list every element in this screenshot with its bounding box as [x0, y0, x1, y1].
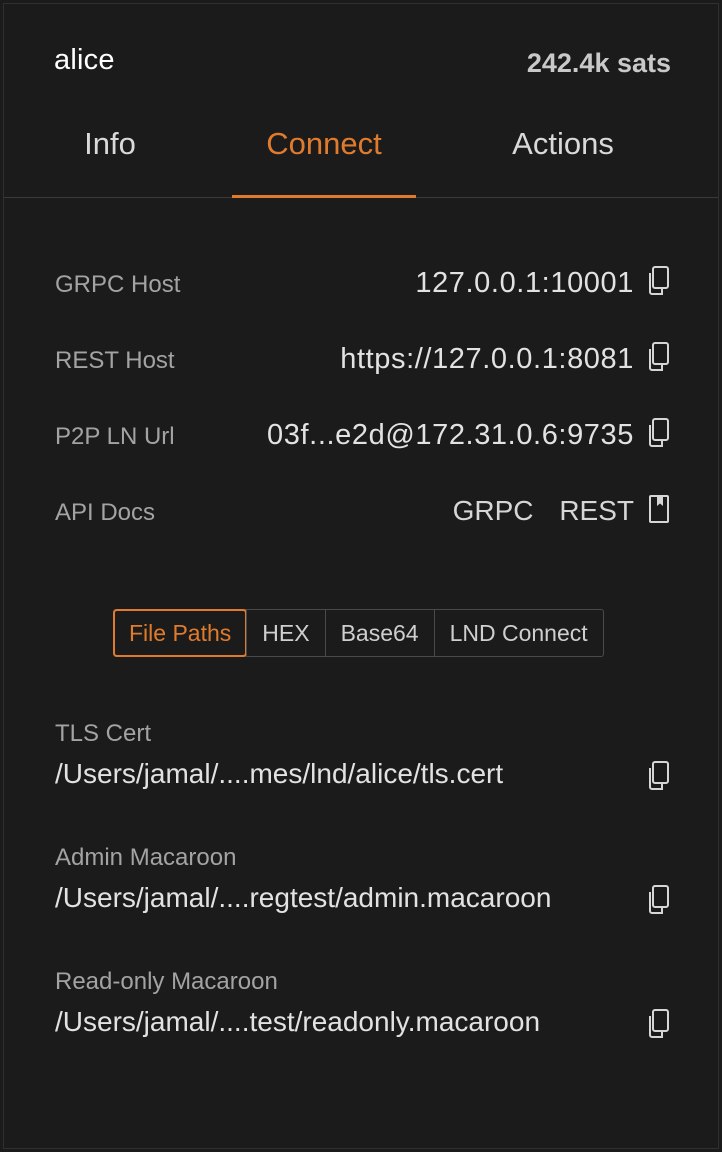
- format-lnd-connect-button[interactable]: LND Connect: [433, 610, 603, 656]
- p2p-url-value: 03f...e2d@172.31.0.6:9735: [267, 419, 634, 451]
- api-docs-label: API Docs: [55, 499, 156, 526]
- p2p-url-label: P2P LN Url: [55, 423, 175, 450]
- active-tab-indicator: [232, 195, 416, 198]
- copy-icon[interactable]: [646, 417, 670, 449]
- rest-host-row: REST Host https://127.0.0.1:8081: [55, 339, 670, 379]
- api-docs-row: API Docs GRPC REST: [55, 491, 670, 531]
- tls-cert-path: /Users/jamal/....mes/lnd/alice/tls.cert: [55, 758, 504, 789]
- admin-macaroon-label: Admin Macaroon: [55, 844, 237, 871]
- readonly-macaroon-label: Read-only Macaroon: [55, 968, 278, 995]
- copy-icon[interactable]: [646, 341, 670, 373]
- p2p-url-row: P2P LN Url 03f...e2d@172.31.0.6:9735: [55, 415, 670, 455]
- copy-icon[interactable]: [646, 884, 670, 916]
- grpc-host-label: GRPC Host: [55, 271, 181, 298]
- format-file-paths-button[interactable]: File Paths: [112, 609, 248, 657]
- copy-icon[interactable]: [646, 760, 670, 792]
- admin-macaroon-path: /Users/jamal/....regtest/admin.macaroon: [55, 882, 552, 913]
- rest-host-label: REST Host: [55, 347, 175, 374]
- format-hex-button[interactable]: HEX: [246, 610, 324, 656]
- tab-info[interactable]: Info: [64, 126, 156, 162]
- readonly-macaroon-section: Read-only Macaroon /Users/jamal/....test…: [55, 968, 670, 1078]
- node-details-panel: alice 242.4k sats Info Connect Actions G…: [3, 3, 719, 1149]
- admin-macaroon-section: Admin Macaroon /Users/jamal/....regtest/…: [55, 844, 670, 954]
- api-docs-links: GRPC REST: [435, 495, 634, 527]
- copy-icon[interactable]: [646, 1008, 670, 1040]
- tab-bar: Info Connect Actions: [4, 114, 718, 198]
- grpc-host-row: GRPC Host 127.0.0.1:10001: [55, 263, 670, 303]
- node-balance: 242.4k sats: [526, 48, 671, 78]
- panel-header: alice 242.4k sats: [4, 4, 718, 124]
- credential-format-selector: File Paths HEX Base64 LND Connect: [112, 609, 604, 657]
- tls-cert-section: TLS Cert /Users/jamal/....mes/lnd/alice/…: [55, 720, 670, 830]
- rest-host-value: https://127.0.0.1:8081: [340, 343, 634, 375]
- tab-actions[interactable]: Actions: [490, 126, 636, 162]
- book-icon[interactable]: [648, 493, 670, 525]
- copy-icon[interactable]: [646, 265, 670, 297]
- tab-connect[interactable]: Connect: [232, 126, 416, 162]
- grpc-host-value: 127.0.0.1:10001: [415, 267, 634, 299]
- tls-cert-label: TLS Cert: [55, 720, 152, 747]
- grpc-docs-link[interactable]: GRPC: [453, 495, 534, 526]
- rest-docs-link[interactable]: REST: [559, 495, 634, 526]
- format-base64-button[interactable]: Base64: [324, 610, 434, 656]
- readonly-macaroon-path: /Users/jamal/....test/readonly.macaroon: [55, 1006, 541, 1037]
- node-name: alice: [54, 44, 115, 76]
